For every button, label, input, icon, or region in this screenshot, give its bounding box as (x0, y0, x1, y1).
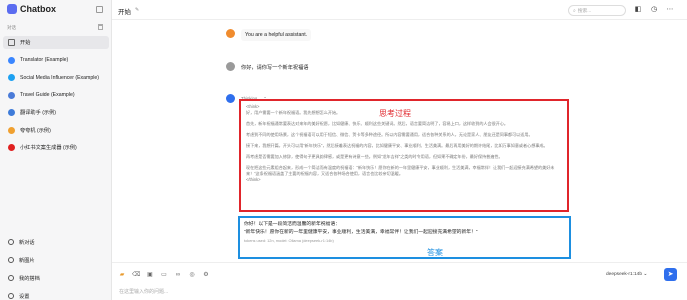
model-selector[interactable]: deepseek-r1:14b ⌄ (606, 272, 647, 277)
collapse-sidebar-icon[interactable] (96, 6, 103, 13)
sidebar-item-translator[interactable]: Translator (Example) (3, 54, 109, 67)
user-message-text: 你好，请你写一个新年祝福语 (241, 65, 309, 71)
sidebar-item-travel-guide[interactable]: Travel Guide (Example) (3, 89, 109, 102)
reasoning-paragraph: 现在把这些元素组合起来，形成一个简洁而有温度的祝福语：“新年快乐！愿你在新的一年… (246, 165, 555, 176)
brand: Chatbox (7, 4, 56, 14)
xiaohongshu-avatar-icon (8, 144, 15, 151)
answer-annotation: 答案 (427, 248, 443, 257)
praise-avatar-icon (8, 126, 15, 134)
sidebar-item-label: Translator (Example) (20, 57, 69, 63)
folder-icon[interactable]: ▭ (160, 271, 168, 279)
reasoning-paragraph: 再考虑是否需要加入修辞，使得句子更具韵律感，或是更有诗意一些。例如“龙年吉祥”之… (246, 154, 503, 159)
conversation-list: 开始 Translator (Example) Social Media Inf… (3, 36, 109, 159)
sidebar-bottom: 新对话 新图片 我的搭档 设置 (3, 236, 109, 300)
sidebar-item-start[interactable]: 开始 (3, 36, 109, 49)
settings-button[interactable]: 设置 (3, 290, 109, 300)
sidebar-item-label: Travel Guide (Example) (20, 92, 75, 98)
system-message-text: You are a helpful assistant. (241, 29, 312, 41)
chat-icon (8, 39, 15, 46)
search-icon: ⌕ (573, 8, 576, 14)
message-input[interactable]: 在这里输入你的问题... (119, 288, 168, 295)
new-chat-button[interactable]: 新对话 (3, 236, 109, 248)
new-image-button[interactable]: 新图片 (3, 254, 109, 266)
search-input[interactable]: ⌕ 搜索... (568, 5, 626, 16)
settings-sliders-icon[interactable]: ⚙ (202, 271, 210, 279)
answer-line: 你好！以下是一段简洁而温馨的新年祝福语： (244, 222, 340, 227)
layout-toggle-icon[interactable]: ◧ (634, 6, 642, 14)
sidebar-item-influencer[interactable]: Social Media Influencer (Example) (3, 71, 109, 84)
image-icon[interactable]: ▣ (146, 271, 154, 279)
system-avatar-icon (226, 29, 235, 38)
sidebar-item-xiaohongshu[interactable]: 小红书文案生成器 (示例) (3, 141, 109, 154)
model-name: deepseek-r1:14b (606, 272, 643, 277)
clear-icon[interactable]: ⌫ (132, 271, 140, 279)
composer: ▰ ⌫ ▣ ▭ ∞ ◎ ⚙ deepseek-r1:14b ⌄ ➤ 在这里输入你… (112, 262, 687, 300)
user-message: 你好，请你写一个新年祝福语 (226, 62, 308, 71)
translator-avatar-icon (8, 56, 15, 64)
new-chat-label: 新对话 (19, 239, 35, 246)
settings-icon (8, 293, 14, 299)
edit-title-icon[interactable]: ✎ (135, 7, 139, 13)
chevron-down-icon: ⌄ (643, 272, 648, 277)
answer-block: 你好！以下是一段简洁而温馨的新年祝福语： “新年快乐！愿你在新的一年里健康平安，… (238, 216, 571, 259)
top-bar: 开始 ✎ ⌕ 搜索... ◧ ◷ ⋯ (112, 0, 687, 20)
chatbox-logo-icon (7, 4, 17, 14)
reasoning-paragraph: 考虑到不同的使用场景，这个祝福语可以用于短信、微信、贺卡等多种途径。所以内容需要… (246, 132, 533, 137)
eraser-icon[interactable]: ▰ (118, 271, 126, 279)
send-button[interactable]: ➤ (664, 268, 677, 281)
web-search-icon[interactable]: ◎ (188, 271, 196, 279)
history-icon[interactable]: ◷ (650, 6, 658, 14)
answer-line: “新年快乐！愿你在新的一年里健康平安，事业顺利，生活美满，幸福常伴！让我们一起迎… (244, 230, 478, 235)
sidebar-item-translate-helper[interactable]: 翻译助手 (示例) (3, 106, 109, 119)
section-label: 对话 (7, 25, 16, 30)
settings-label: 设置 (19, 293, 30, 300)
sidebar-item-label: 小红书文案生成器 (示例) (20, 145, 77, 151)
reasoning-paragraph: 接下来，我想开篇，开头可以用“新年快乐”，然后接着表达祝福的内容，比如健康平安、… (246, 143, 548, 148)
sidebar: Chatbox 对话 开始 Translator (Example) Socia… (0, 0, 112, 300)
new-image-label: 新图片 (19, 257, 35, 264)
assistant-avatar-icon (226, 94, 235, 103)
answer-meta: tokens used: 12n, model: Ollama (deepsee… (244, 238, 334, 243)
new-chat-icon (8, 239, 14, 245)
reasoning-paragraph: 首先，新年祝福通常要表达对来年的美好祝愿，比如健康、快乐、顺利这些关键词。然后，… (246, 121, 508, 126)
trash-icon[interactable] (98, 24, 103, 30)
think-close-tag: </think> (246, 177, 261, 182)
sidebar-item-label: 开始 (20, 40, 31, 46)
app-name: Chatbox (20, 4, 56, 14)
user-avatar-icon (226, 62, 235, 71)
my-copilots-label: 我的搭档 (19, 275, 40, 282)
new-image-icon (8, 257, 14, 263)
sidebar-item-label: Social Media Influencer (Example) (20, 74, 100, 81)
reasoning-annotation: 思考过程 (379, 109, 411, 118)
search-placeholder: 搜索... (577, 9, 592, 14)
system-message: You are a helpful assistant. (226, 29, 312, 41)
copilot-icon (8, 275, 14, 281)
travel-avatar-icon (8, 91, 15, 99)
my-copilots-button[interactable]: 我的搭档 (3, 272, 109, 284)
link-icon[interactable]: ∞ (174, 271, 182, 279)
translate-avatar-icon (8, 109, 15, 116)
more-options-icon[interactable]: ⋯ (666, 6, 674, 14)
page-title: 开始 (118, 9, 131, 16)
influencer-avatar-icon (8, 74, 15, 81)
sidebar-item-praise[interactable]: 夸夸机 (示例) (3, 124, 109, 137)
sidebar-item-label: 翻译助手 (示例) (20, 110, 57, 116)
sidebar-item-label: 夸夸机 (示例) (20, 127, 51, 134)
